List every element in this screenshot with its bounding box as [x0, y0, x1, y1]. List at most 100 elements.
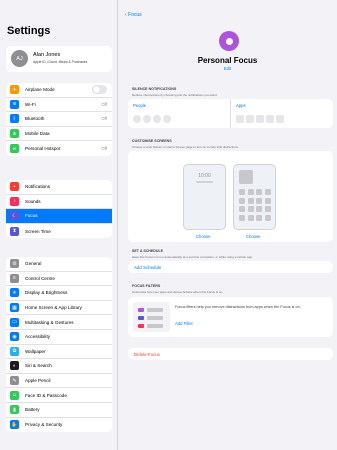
sidebar-item-wallpaper[interactable]: ✿ Wallpaper	[6, 345, 112, 360]
sidebar-item-label: Multitasking & Gestures	[25, 319, 74, 325]
add-filter-button[interactable]: Add Filter	[175, 321, 193, 326]
airplane-icon: ✈	[10, 85, 19, 95]
sidebar-item-label: Display & Brightness	[25, 290, 68, 296]
home-grid-icon: ▦	[10, 303, 19, 313]
sidebar-item-sounds[interactable]: ♪ Sounds	[6, 195, 112, 210]
delete-focus-button[interactable]: Delete Focus	[128, 348, 333, 360]
sidebar-item-label: General	[25, 261, 42, 267]
people-button[interactable]: People	[133, 103, 146, 108]
sidebar-item-control-centre[interactable]: ≡ Control Centre	[6, 272, 112, 287]
filters-illustration	[133, 302, 170, 332]
sidebar-item-wi-fi[interactable]: ≋ Wi-Fi Off	[6, 98, 112, 113]
home-screen-preview[interactable]	[233, 164, 276, 230]
sidebar-group-notifications: • Notifications ♪ Sounds ☾ Focus ⧗ Screen Time	[6, 180, 112, 239]
app-grid	[239, 189, 271, 221]
customise-description: Choose a Lock Screen or Home Screen page…	[132, 145, 239, 149]
sidebar-item-label: Screen Time	[25, 228, 51, 234]
sidebar-item-label: Personal Hotspot	[25, 146, 61, 152]
sidebar-item-multitasking-gestures[interactable]: ▭ Multitasking & Gestures	[6, 315, 112, 330]
schedule-heading: SET A SCHEDULE	[132, 249, 164, 253]
sidebar-item-label: Focus	[25, 213, 38, 219]
sidebar-item-label: Wi-Fi	[25, 101, 36, 107]
sidebar-item-value: Off	[101, 146, 107, 152]
choose-lock-screen-button[interactable]: Choose	[196, 234, 210, 239]
antenna-icon: ⋔	[10, 129, 19, 139]
sidebar-item-label: Control Centre	[25, 275, 55, 281]
sidebar-item-label: Battery	[25, 407, 40, 413]
sidebar-group-connectivity: ✈ Airplane Mode ≋ Wi-Fi Off ᛒ Bluetooth Off ⋔ Mob…	[6, 83, 112, 156]
people-avatars	[133, 115, 171, 123]
moon-icon: ☾	[10, 211, 19, 221]
sidebar-title: Settings	[7, 25, 51, 37]
profile-name: Alan Jones	[33, 52, 61, 58]
customise-card: 10:00 Choose Choose	[128, 151, 333, 242]
silence-description: Reduce interruptions by choosing just th…	[132, 93, 218, 97]
sidebar-item-home-screen-app-library[interactable]: ▦ Home Screen & App Library	[6, 301, 112, 316]
bell-icon: •	[10, 182, 19, 192]
customise-heading: CUSTOMISE SCREENS	[132, 139, 172, 143]
sidebar-item-label: Bluetooth	[25, 116, 45, 122]
accessibility-icon: ◉	[10, 332, 19, 342]
apps-button[interactable]: Apps	[236, 103, 246, 108]
sidebar-item-display-brightness[interactable]: ☀ Display & Brightness	[6, 286, 112, 301]
sidebar-item-battery[interactable]: ▮ Battery	[6, 403, 112, 418]
widget	[239, 170, 253, 184]
sidebar-item-label: Notifications	[25, 184, 51, 190]
filters-text: Focus filters help you remove distractio…	[175, 305, 301, 309]
sidebar-item-airplane-mode[interactable]: ✈ Airplane Mode	[6, 83, 112, 98]
sidebar-item-apple-pencil[interactable]: ✎ Apple Pencil	[6, 374, 112, 389]
back-button[interactable]: ‹ Focus	[125, 12, 142, 18]
hand-icon: ✋	[10, 420, 19, 430]
sidebar-item-screen-time[interactable]: ⧗ Screen Time	[6, 224, 112, 239]
wallpaper-icon: ✿	[10, 346, 19, 356]
multitask-icon: ▭	[10, 317, 19, 327]
pencil-icon: ✎	[10, 376, 19, 386]
sidebar-item-label: Sounds	[25, 198, 41, 204]
schedule-description: Have this Focus turn on automatically at…	[132, 255, 253, 259]
focus-detail-pane: ‹ Focus Personal Focus Edit SILENCE NOTI…	[118, 0, 337, 450]
sidebar-item-label: Siri & Search	[25, 363, 52, 369]
sidebar-item-general[interactable]: ⚙ General	[6, 257, 112, 272]
sidebar-item-notifications[interactable]: • Notifications	[6, 180, 112, 195]
hourglass-icon: ⧗	[10, 226, 19, 236]
sidebar-item-bluetooth[interactable]: ᛒ Bluetooth Off	[6, 112, 112, 127]
sidebar-item-privacy-security[interactable]: ✋ Privacy & Security	[6, 418, 112, 433]
speaker-icon: ♪	[10, 196, 19, 206]
airplane-mode-toggle[interactable]	[92, 85, 107, 95]
edit-button[interactable]: Edit	[118, 66, 337, 71]
sidebar-item-face-id-passcode[interactable]: ☺ Face ID & Passcode	[6, 388, 112, 403]
silence-heading: SILENCE NOTIFICATIONS	[132, 87, 177, 91]
person-icon	[219, 31, 239, 51]
avatar: AJ	[11, 50, 28, 67]
hotspot-icon: ∞	[10, 144, 19, 154]
lock-screen-preview[interactable]: 10:00	[183, 164, 226, 230]
sidebar-item-label: Mobile Data	[25, 131, 50, 137]
app-icons	[236, 115, 284, 123]
choose-home-screen-button[interactable]: Choose	[246, 234, 260, 239]
focus-title: Personal Focus	[197, 56, 258, 65]
profile-row[interactable]: AJ Alan Jones Apple ID, iCloud, Media & …	[6, 46, 112, 72]
sidebar-item-label: Face ID & Passcode	[25, 392, 67, 398]
sidebar-item-mobile-data[interactable]: ⋔ Mobile Data	[6, 127, 112, 142]
lock-screen-bar	[196, 181, 213, 183]
sidebar-group-general: ⚙ General ≡ Control Centre ☀ Display & Bright…	[6, 257, 112, 433]
sidebar-item-focus[interactable]: ☾ Focus	[6, 209, 112, 224]
sidebar-item-label: Apple Pencil	[25, 378, 51, 384]
sidebar-item-value: Off	[101, 101, 107, 107]
silence-card: People Apps	[128, 99, 333, 128]
sidebar-item-personal-hotspot[interactable]: ∞ Personal Hotspot Off	[6, 141, 112, 156]
battery-icon: ▮	[10, 405, 19, 415]
filters-card: Focus filters help you remove distractio…	[128, 297, 333, 337]
sidebar: Settings AJ Alan Jones Apple ID, iCloud,…	[0, 0, 118, 450]
siri-icon: ◐	[10, 361, 19, 371]
back-label: Focus	[128, 12, 142, 18]
bluetooth-icon: ᛒ	[10, 114, 19, 124]
sidebar-item-accessibility[interactable]: ◉ Accessibility	[6, 330, 112, 345]
filters-description: Customise how your apps and device behav…	[132, 290, 224, 294]
gear-icon: ⚙	[10, 259, 19, 269]
sun-icon: ☀	[10, 288, 19, 298]
sidebar-item-value: Off	[101, 116, 107, 122]
add-schedule-button[interactable]: Add Schedule	[128, 261, 333, 273]
sidebar-item-siri-search[interactable]: ◐ Siri & Search	[6, 359, 112, 374]
sidebar-item-label: Accessibility	[25, 334, 51, 340]
